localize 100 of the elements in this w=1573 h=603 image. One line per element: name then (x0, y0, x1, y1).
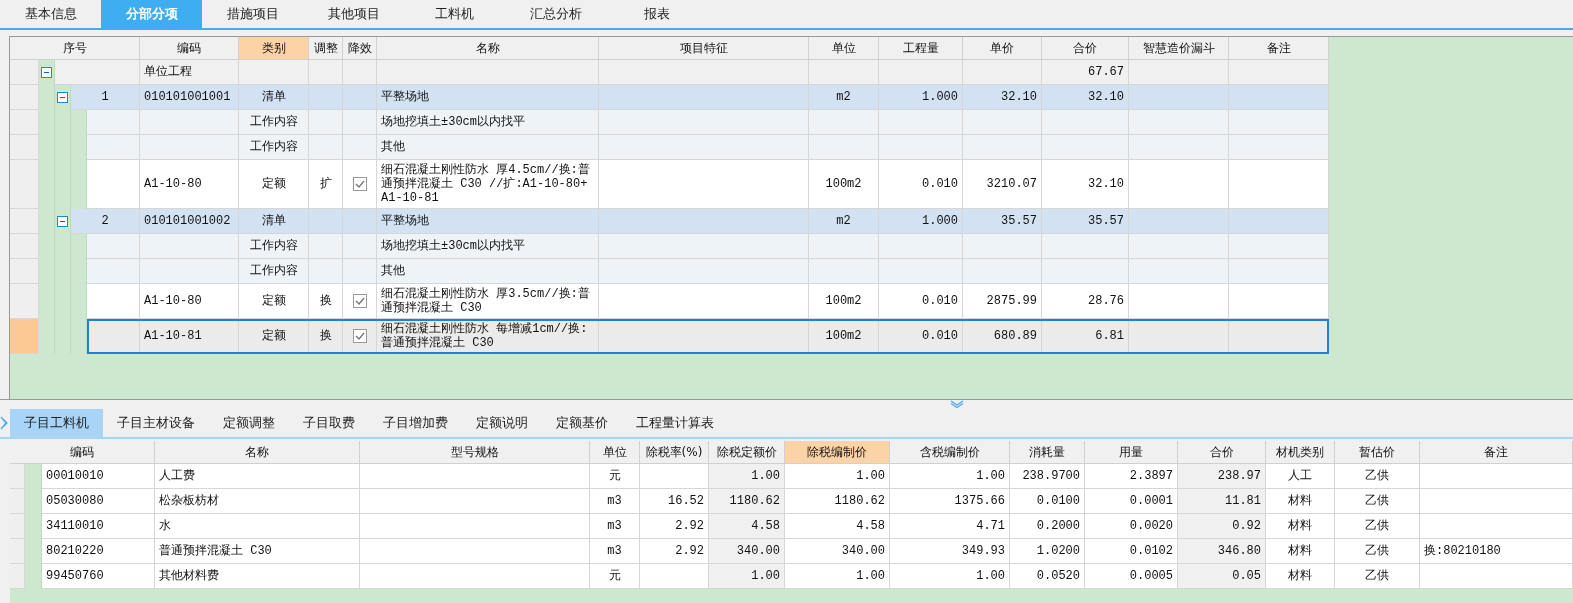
table-cell: 换 (309, 319, 343, 354)
column-header[interactable]: 单位 (809, 37, 879, 60)
column-header[interactable]: 工程量 (879, 37, 963, 60)
table-row[interactable]: A1-10-80 定额 换 细石混凝土刚性防水 厚3.5cm//换:普通预拌混凝土 C30 100m2 0.010 2875.99 28.76 (87, 284, 1329, 319)
column-header[interactable]: 序号 (10, 37, 140, 60)
table-cell: 100m2 (809, 319, 879, 354)
table-cell: 元 (590, 564, 640, 589)
column-header[interactable]: 型号规格 (360, 441, 590, 464)
table-cell: 340.00 (709, 539, 785, 564)
table-cell: A1-10-81 (140, 319, 239, 354)
tab[interactable]: 定额基价 (542, 409, 622, 437)
table-row[interactable]: 00010010 人工费 元 1.00 1.00 1.00 238.9700 2.3897 238.97 人工 乙供 (42, 464, 1573, 489)
column-header[interactable]: 单价 (963, 37, 1042, 60)
column-header[interactable]: 调整 (309, 37, 343, 60)
column-header[interactable]: 编码 (140, 37, 239, 60)
column-header[interactable]: 单位 (590, 441, 640, 464)
tab[interactable]: 子目取费 (289, 409, 369, 437)
row-header-cell (10, 60, 39, 85)
row-header-cell (10, 259, 39, 284)
table-cell: 1.00 (785, 564, 890, 589)
table-row[interactable]: 1 010101001001 清单 平整场地 m2 1.000 32.10 32.10 (71, 85, 1329, 110)
table-cell: 其他材料费 (155, 564, 360, 589)
table-cell: 0.92 (1178, 514, 1266, 539)
table-cell: 细石混凝土刚性防水 每增减1cm//换:普通预拌混凝土 C30 (377, 319, 599, 354)
table-row[interactable]: 34110010 水 m3 2.92 4.58 4.58 4.71 0.2000 0.0020 0.92 材料 乙供 (42, 514, 1573, 539)
column-header[interactable]: 降效 (343, 37, 377, 60)
column-header[interactable]: 项目特征 (599, 37, 809, 60)
table-cell: 1180.62 (709, 489, 785, 514)
chevron-right-icon[interactable] (0, 416, 8, 430)
table-cell: 0.05 (1178, 564, 1266, 589)
collapse-toggle[interactable] (41, 67, 52, 78)
column-header[interactable]: 消耗量 (1010, 441, 1085, 464)
tab[interactable]: 子目工料机 (10, 409, 103, 437)
column-header[interactable]: 暂估价 (1335, 441, 1420, 464)
tab[interactable]: 定额说明 (462, 409, 542, 437)
table-cell: 11.81 (1178, 489, 1266, 514)
column-header[interactable]: 含税编制价 (890, 441, 1010, 464)
row-header-cell (10, 110, 39, 135)
tab[interactable]: 工料机 (404, 0, 505, 28)
column-header[interactable]: 类别 (239, 37, 309, 60)
table-row[interactable]: 05030080 松杂板枋材 m3 16.52 1180.62 1180.62 1375.66 0.0100 0.0001 11.81 材料 乙供 (42, 489, 1573, 514)
table-cell: 乙供 (1335, 564, 1420, 589)
row-header-cell (10, 319, 39, 354)
column-header[interactable]: 智慧造价漏斗 (1129, 37, 1229, 60)
column-header[interactable]: 除税定额价 (709, 441, 785, 464)
row-header-cell (10, 209, 39, 234)
column-header[interactable]: 合价 (1178, 441, 1266, 464)
column-header[interactable]: 备注 (1420, 441, 1573, 464)
table-cell: 1.00 (709, 464, 785, 489)
row-header-cell (10, 234, 39, 259)
column-header[interactable]: 备注 (1229, 37, 1329, 60)
table-row[interactable]: 2 010101001002 清单 平整场地 m2 1.000 35.57 35.57 (71, 209, 1329, 234)
column-header[interactable]: 名称 (377, 37, 599, 60)
tab[interactable]: 工程量计算表 (622, 409, 728, 437)
table-cell: 680.89 (963, 319, 1042, 354)
table-row[interactable]: 工作内容 其他 (87, 259, 1329, 284)
table-row[interactable]: A1-10-80 定额 扩 细石混凝土刚性防水 厚4.5cm//换:普通预拌混凝土 C30 //扩:A1-10-80+A1-10-81 100m2 0.010 3210.07 32.10 (87, 160, 1329, 209)
tab[interactable]: 报表 (606, 0, 707, 28)
checkbox[interactable] (352, 329, 367, 343)
table-cell: 4.58 (709, 514, 785, 539)
row-header-cell (10, 489, 25, 514)
row-header-cell (10, 514, 25, 539)
tab[interactable]: 子目增加费 (369, 409, 462, 437)
table-row[interactable]: 80210220 普通预拌混凝土 C30 m3 2.92 340.00 340.00 349.93 1.0200 0.0102 346.80 材料 乙供 换:80210180 (42, 539, 1573, 564)
table-row[interactable]: A1-10-81 定额 换 细石混凝土刚性防水 每增减1cm//换:普通预拌混凝土 C30 100m2 0.010 680.89 6.81 (87, 319, 1329, 354)
row-header-cell (10, 464, 25, 489)
column-header[interactable]: 材机类别 (1266, 441, 1335, 464)
table-row[interactable]: 工作内容 其他 (87, 135, 1329, 160)
tab[interactable]: 其他项目 (303, 0, 404, 28)
tab[interactable]: 措施项目 (202, 0, 303, 28)
column-header[interactable]: 用量 (1085, 441, 1178, 464)
row-header-cell (10, 160, 39, 209)
collapse-toggle[interactable] (57, 216, 68, 227)
table-row[interactable]: 工作内容 场地挖填土±30cm以内找平 (87, 234, 1329, 259)
table-row[interactable]: 单位工程 67.67 (55, 60, 1329, 85)
tab[interactable]: 子目主材设备 (103, 409, 209, 437)
column-header[interactable]: 编码 (10, 441, 155, 464)
table-cell: 99450760 (42, 564, 155, 589)
checkbox[interactable] (352, 294, 367, 308)
table-cell: 238.97 (1178, 464, 1266, 489)
column-header[interactable]: 除税率(%) (640, 441, 709, 464)
chevron-down-icon[interactable] (949, 400, 964, 408)
table-cell: 定额 (239, 319, 309, 354)
checkbox[interactable] (352, 177, 367, 191)
table-row[interactable]: 工作内容 场地挖填土±30cm以内找平 (87, 110, 1329, 135)
column-header[interactable]: 名称 (155, 441, 360, 464)
table-cell: 346.80 (1178, 539, 1266, 564)
row-header-cell (10, 85, 39, 110)
table-cell: 材料 (1266, 564, 1335, 589)
column-header[interactable]: 除税编制价 (785, 441, 890, 464)
table-cell: 1.00 (709, 564, 785, 589)
tab[interactable]: 定额调整 (209, 409, 289, 437)
collapse-toggle[interactable] (57, 92, 68, 103)
tab[interactable]: 基本信息 (0, 0, 101, 28)
row-header-cell (10, 135, 39, 160)
tab[interactable]: 汇总分析 (505, 0, 606, 28)
row-header-cell (10, 284, 39, 319)
table-row[interactable]: 99450760 其他材料费 元 1.00 1.00 1.00 0.0520 0.0005 0.05 材料 乙供 (42, 564, 1573, 589)
table-cell: 0.0520 (1010, 564, 1085, 589)
column-header[interactable]: 合价 (1042, 37, 1129, 60)
